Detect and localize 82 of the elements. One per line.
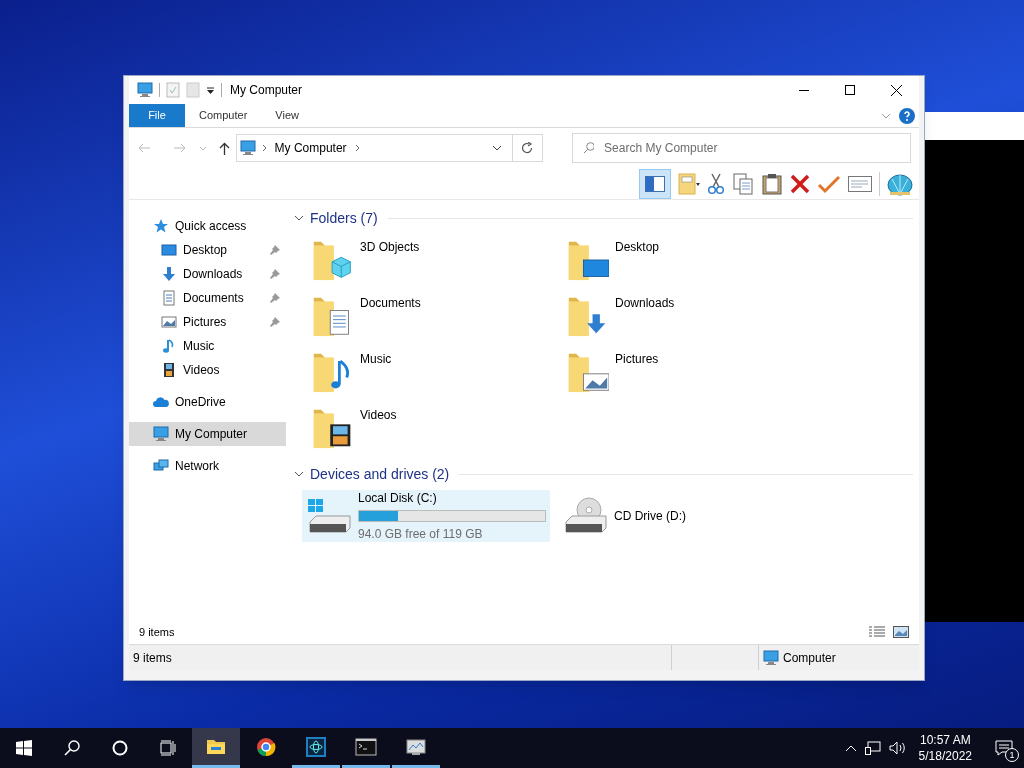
collapse-chevron-icon[interactable] bbox=[294, 215, 304, 221]
computer-icon bbox=[763, 649, 779, 666]
folder-item[interactable]: Documents bbox=[312, 288, 567, 344]
copy-icon[interactable] bbox=[732, 172, 754, 195]
star-icon bbox=[153, 218, 169, 234]
task-view-icon bbox=[160, 740, 176, 756]
search-field[interactable]: Search My Computer bbox=[571, 133, 911, 163]
nav-item[interactable]: OneDrive bbox=[129, 390, 286, 414]
atom-app-icon bbox=[304, 734, 328, 759]
documents-icon bbox=[161, 290, 177, 306]
hard-drive-icon bbox=[306, 496, 352, 536]
up-arrow-icon[interactable] bbox=[218, 141, 230, 155]
network-icon[interactable] bbox=[864, 741, 881, 755]
preview-pane-button[interactable] bbox=[639, 168, 671, 199]
nav-item[interactable]: Quick access bbox=[129, 214, 286, 238]
search-icon bbox=[64, 740, 80, 756]
address-bar[interactable]: My Computer bbox=[235, 134, 543, 162]
maximize-icon bbox=[845, 85, 855, 95]
search-input[interactable]: Search My Computer bbox=[604, 139, 900, 157]
chevron-down-icon[interactable] bbox=[491, 145, 502, 151]
pictures-icon bbox=[161, 314, 177, 330]
window-title: My Computer bbox=[229, 82, 303, 99]
ribbon-tab[interactable]: View bbox=[261, 104, 313, 127]
drive-item[interactable]: Local Disk (C:) 94.0 GB free of 119 GB bbox=[302, 490, 550, 542]
breadcrumb-chevron-icon bbox=[354, 144, 360, 152]
refresh-icon[interactable] bbox=[521, 142, 534, 154]
volume-icon[interactable] bbox=[888, 741, 907, 755]
help-icon[interactable] bbox=[899, 107, 915, 124]
card-icon[interactable] bbox=[848, 175, 872, 192]
cloud-icon bbox=[153, 394, 169, 410]
collapse-chevron-icon[interactable] bbox=[294, 471, 304, 477]
close-icon bbox=[890, 84, 902, 96]
notification-icon bbox=[995, 740, 1013, 756]
status-location: Computer bbox=[783, 649, 836, 667]
chevron-up-icon[interactable] bbox=[844, 744, 857, 752]
delete-icon[interactable] bbox=[790, 173, 810, 194]
desktop-icon bbox=[161, 242, 177, 258]
group-header[interactable]: Devices and drives (2) bbox=[310, 463, 450, 485]
status-text: 9 items bbox=[132, 649, 173, 667]
minimize-icon bbox=[799, 89, 809, 91]
downloads-icon bbox=[161, 266, 177, 282]
preview-pane-icon bbox=[645, 175, 665, 192]
dropdown-arrow-icon[interactable] bbox=[206, 85, 215, 95]
notification-count: 1 bbox=[1005, 748, 1019, 762]
folder-item[interactable]: Music bbox=[312, 344, 567, 400]
folder-item[interactable]: Videos bbox=[312, 400, 567, 456]
circle-icon bbox=[112, 740, 128, 756]
network-icon bbox=[153, 458, 169, 474]
folder-item[interactable]: Desktop bbox=[567, 232, 822, 288]
folder-item[interactable]: 3D Objects bbox=[312, 232, 567, 288]
drive-item[interactable]: CD Drive (D:) bbox=[558, 490, 806, 542]
computer-icon bbox=[137, 82, 153, 98]
clock-date[interactable]: 5/18/2022 bbox=[918, 748, 972, 764]
computer-icon bbox=[239, 140, 256, 156]
videos-icon bbox=[161, 362, 177, 378]
nav-item[interactable]: Downloads bbox=[129, 262, 286, 286]
shell-icon[interactable] bbox=[887, 171, 913, 196]
notification-center-button[interactable]: 1 bbox=[984, 728, 1024, 768]
nav-item[interactable]: Music bbox=[129, 334, 286, 358]
computer-icon bbox=[153, 426, 169, 442]
nav-item[interactable]: Documents bbox=[129, 286, 286, 310]
nav-item[interactable]: Network bbox=[129, 454, 286, 478]
search-icon bbox=[582, 142, 595, 154]
address-path[interactable]: My Computer bbox=[274, 139, 347, 157]
taskbar-app[interactable] bbox=[192, 728, 240, 768]
cd-drive-icon bbox=[562, 496, 608, 536]
nav-item[interactable]: Videos bbox=[129, 358, 286, 382]
nav-item[interactable]: My Computer bbox=[129, 422, 286, 446]
cut-icon[interactable] bbox=[707, 172, 725, 195]
paste-icon[interactable] bbox=[761, 172, 783, 195]
breadcrumb-chevron-icon bbox=[261, 144, 267, 152]
nav-item[interactable]: Pictures bbox=[129, 310, 286, 334]
checkmark-icon[interactable] bbox=[817, 173, 841, 194]
folder-item[interactable]: Downloads bbox=[567, 288, 822, 344]
large-icons-view-icon[interactable] bbox=[893, 626, 909, 638]
folder-item[interactable]: Pictures bbox=[567, 344, 822, 400]
nav-item[interactable]: Desktop bbox=[129, 238, 286, 262]
item-count: 9 items bbox=[139, 624, 175, 640]
ribbon-tab[interactable]: Computer bbox=[185, 104, 262, 127]
clock-time[interactable]: 10:57 AM bbox=[919, 732, 971, 748]
group-header[interactable]: Folders (7) bbox=[310, 207, 378, 229]
windows-logo-icon bbox=[16, 740, 32, 756]
